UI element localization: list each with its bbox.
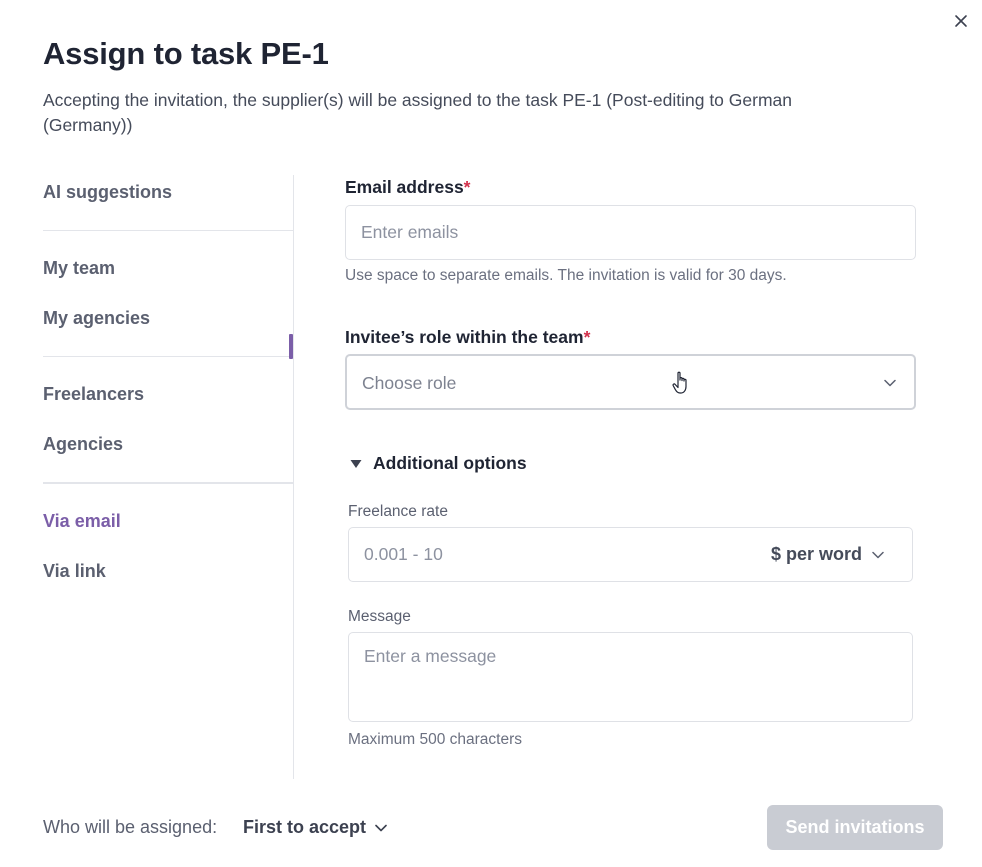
sidebar-item-my-agencies[interactable]: My agencies [43, 308, 150, 329]
close-icon [955, 15, 967, 27]
rate-field-box: $ per word [348, 527, 913, 582]
assign-select[interactable]: First to accept [243, 817, 387, 838]
additional-options-label: Additional options [373, 453, 527, 473]
sidebar-item-my-team[interactable]: My team [43, 258, 115, 279]
sidebar-item-freelancers[interactable]: Freelancers [43, 384, 144, 405]
email-input[interactable] [361, 222, 901, 243]
rate-unit-value: $ per word [770, 544, 862, 564]
chevron-down-icon [872, 551, 884, 558]
close-button[interactable] [950, 10, 972, 32]
message-input[interactable] [364, 646, 894, 714]
sidebar-divider [43, 482, 293, 484]
dialog-title: Assign to task PE-1 [43, 36, 329, 71]
assign-label: Who will be assigned: [43, 817, 218, 837]
email-label: Email address* [345, 177, 471, 197]
dialog-subtitle: Accepting the invitation, the supplier(s… [43, 90, 792, 135]
sidebar-item-ai-suggestions[interactable]: AI suggestions [43, 182, 172, 203]
sidebar-item-agencies[interactable]: Agencies [43, 434, 123, 455]
assign-value: First to accept [243, 817, 367, 837]
message-label: Message [348, 608, 411, 625]
additional-options-toggle[interactable]: Additional options [350, 453, 527, 474]
email-hint: Use space to separate emails. The invita… [345, 267, 787, 284]
sidebar-item-via-email[interactable]: Via email [43, 511, 121, 532]
rate-input[interactable] [364, 544, 664, 565]
role-label: Invitee’s role within the team* [345, 327, 591, 347]
sidebar-divider [43, 230, 293, 231]
message-field-box [348, 632, 913, 722]
role-select[interactable]: Choose role [345, 354, 916, 410]
rate-unit-select[interactable]: $ per word [771, 544, 884, 565]
required-mark: * [583, 327, 591, 347]
role-placeholder: Choose role [362, 373, 457, 393]
send-invitations-button[interactable]: Send invitations [767, 805, 943, 850]
sidebar-item-via-link[interactable]: Via link [43, 561, 106, 582]
message-hint: Maximum 500 characters [348, 731, 523, 748]
triangle-down-icon [350, 459, 362, 468]
active-indicator [289, 334, 293, 359]
chevron-down-icon [375, 824, 387, 831]
required-mark: * [463, 177, 471, 197]
rate-label: Freelance rate [348, 503, 448, 520]
email-field-box [345, 205, 916, 260]
chevron-down-icon [884, 379, 896, 387]
sidebar-divider [43, 356, 293, 357]
